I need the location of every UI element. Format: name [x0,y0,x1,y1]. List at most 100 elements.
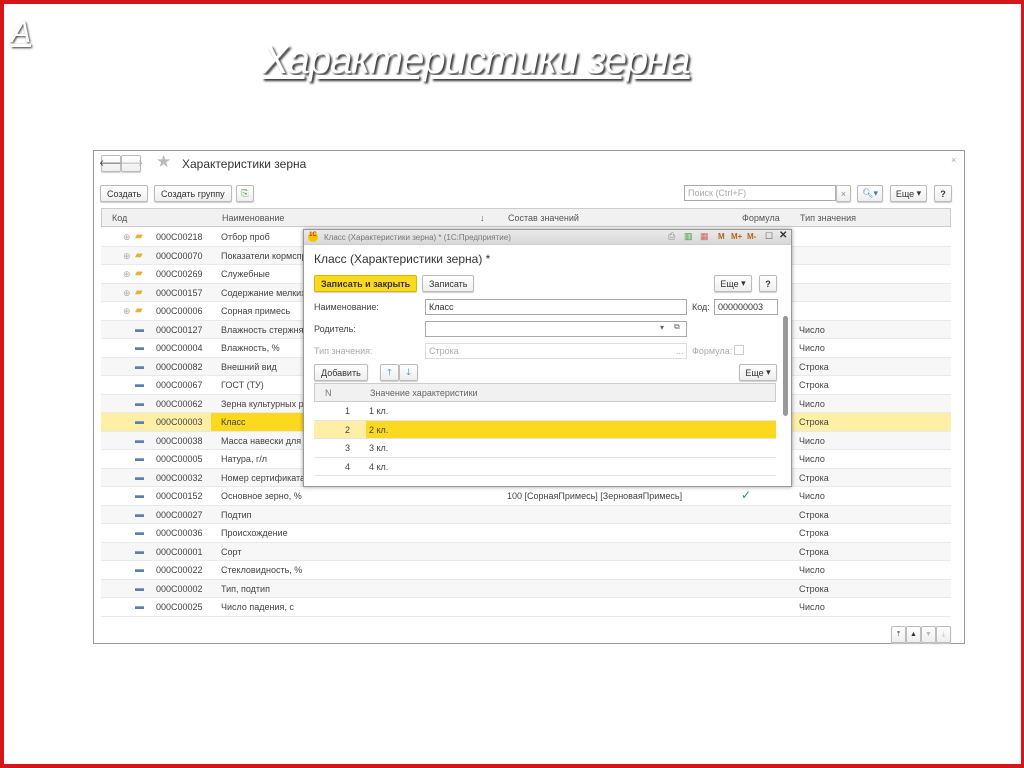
cell-n: 2 [314,420,366,438]
save-and-close-button[interactable]: Записать и закрыть [314,275,418,292]
dialog-scrollbar[interactable] [783,302,789,478]
table-row[interactable]: ▬ 000С00025 Число падения, с Число [101,598,951,617]
table-row[interactable]: ▬ 000С00001 Сорт Строка [101,542,951,561]
more-button[interactable]: Еще ▾ [714,275,752,292]
memory-minus-button[interactable]: M- [747,232,756,241]
expand-icon[interactable]: ⊕ [123,251,131,262]
item-icon: ▬ [135,490,144,500]
column-type[interactable]: Тип значения [800,213,856,223]
cell-type: Число [799,398,825,409]
cell-type: Число [799,435,825,446]
help-button[interactable]: ? [934,185,952,202]
scroll-last-button[interactable]: ⤓ [936,626,951,643]
expand-icon[interactable]: ⊕ [123,269,131,280]
grid-row[interactable]: 4 4 кл. [314,457,776,476]
cell-name: Класс [221,417,246,427]
move-down-button[interactable]: 🡓 [399,364,418,381]
item-icon: ▬ [135,527,144,537]
cell-code: 000С00022 [156,565,203,575]
forward-button[interactable]: 🡒 [119,155,143,172]
table-more-button[interactable]: Еще ▾ [739,364,777,381]
table-row[interactable]: ▬ 000С00002 Тип, подтип Строка [101,579,951,598]
formula-checkbox[interactable] [734,345,744,355]
cell-code: 000С00157 [156,287,203,298]
memory-m-button[interactable]: M [718,232,725,241]
cell-code: 000С00127 [156,324,203,335]
cell-name: Сорт [221,546,242,557]
item-icon: ▬ [135,416,144,426]
cell-name: Зерна культурных ра [221,398,309,409]
cell-name: Влажность, % [221,343,280,353]
column-n[interactable]: N [325,388,332,398]
column-value[interactable]: Значение характеристики [370,388,478,398]
cell-type: Строка [799,472,829,483]
expand-icon[interactable]: ⊕ [123,288,131,299]
type-select-button[interactable]: ... [676,346,684,356]
cell-code: 000С00152 [156,491,203,501]
create-button[interactable]: Создать [100,185,149,202]
cell-type: Строка [799,546,829,557]
table-row[interactable]: ▬ 000С00027 Подтип Строка [101,505,951,524]
slide-title: Характеристики зерна [262,38,691,82]
formula-label: Формула: [692,346,733,356]
help-button[interactable]: ? [759,275,777,292]
grid-row[interactable]: 22 кл. [314,420,776,439]
table-row[interactable]: ▬ 000С00036 Происхождение Строка [101,524,951,543]
link-icon[interactable]: ⎙ [668,231,675,242]
type-input[interactable]: Строка [425,343,687,359]
calendar-icon[interactable]: ▦ [700,231,709,242]
scroll-up-button[interactable]: ▲ [906,626,921,643]
item-icon: ▬ [135,323,144,334]
dialog-heading: Класс (Характеристики зерна) * [314,252,491,266]
scroll-down-button[interactable]: ▼ [921,626,936,643]
save-button[interactable]: Записать [422,275,475,292]
move-up-button[interactable]: 🡑 [380,364,399,381]
table-row[interactable]: ▬ 000С00152 Основное зерно, % 100 [СорнаяПр… [101,487,951,506]
document-copy-icon: ⎘ [241,188,249,198]
cell-name: Происхождение [221,528,288,538]
calculator-icon[interactable]: ▥ [684,231,693,242]
close-icon[interactable]: ✕ [779,230,787,241]
maximize-icon[interactable]: ☐ [765,231,773,242]
scrollbar-thumb[interactable] [783,316,788,416]
more-button[interactable]: Еще ▾ [890,185,927,202]
cell-code: 000С00005 [156,454,203,464]
cell-name: Содержание мелких [221,287,306,298]
cell-code: 000С00067 [156,380,203,390]
folder-icon: ▰ [135,231,143,242]
search-button[interactable]: 🔍︎▾ [857,185,883,202]
cell-code: 000С00038 [156,435,203,446]
memory-plus-button[interactable]: M+ [731,232,742,241]
copy-button[interactable]: ⎘ [236,185,254,202]
cell-composition: 100 [СорнаяПримесь] [ЗерноваяПримесь] [507,491,683,501]
expand-icon[interactable]: ⊕ [123,232,131,243]
check-icon: ✓ [741,488,752,502]
column-composition[interactable]: Состав значений [508,213,579,223]
search-input[interactable]: Поиск (Ctrl+F) [684,185,836,201]
arrow-down-icon: 🡓 [406,366,411,377]
open-icon[interactable]: ⧉ [674,322,680,332]
name-input[interactable]: Класс [425,299,687,315]
column-code[interactable]: Код [112,213,127,223]
slide-corner-label: А [11,16,32,49]
grid-row[interactable]: 3 3 кл. [314,439,776,458]
close-icon[interactable]: × [951,155,956,165]
code-input[interactable]: 000000003 [714,299,778,315]
add-button[interactable]: Добавить [314,364,368,381]
window-title: Характеристики зерна [182,157,307,171]
grid-row[interactable]: 1 1 кл. [314,402,776,421]
star-icon[interactable]: ★ [156,152,171,172]
search-icon: 🔍︎▾ [862,188,878,198]
table-row[interactable]: ▬ 000С00022 Стекловидность, % Число [101,561,951,580]
expand-icon[interactable]: ⊕ [123,306,131,317]
cell-type: Число [799,491,825,501]
parent-input[interactable] [425,321,687,337]
cell-name: Тип, подтип [221,583,270,594]
column-name[interactable]: Наименование [222,213,284,223]
column-formula[interactable]: Формула [742,213,780,223]
dropdown-icon[interactable]: ▾ [660,323,664,332]
cell-name: Номер сертификата ( [221,472,311,483]
create-group-button[interactable]: Создать группу [154,185,232,202]
search-clear-button[interactable]: × [836,185,851,202]
scroll-first-button[interactable]: ⤒ [891,626,906,643]
